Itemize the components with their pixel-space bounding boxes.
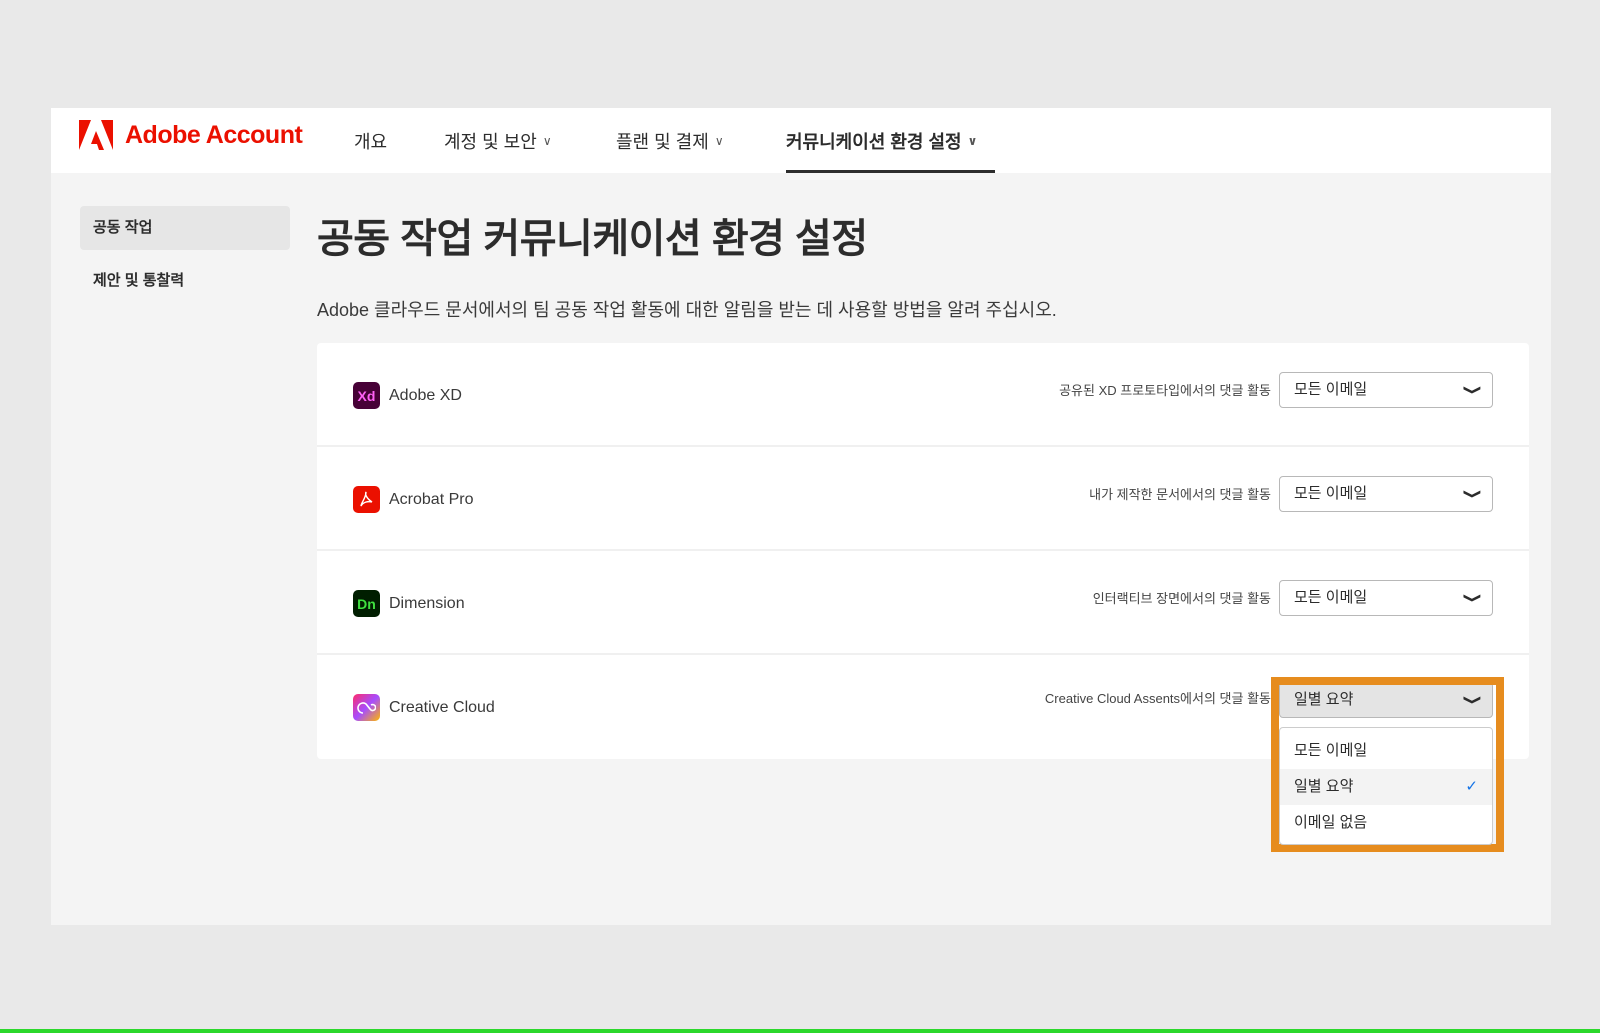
page-description: Adobe 클라우드 문서에서의 팀 공동 작업 활동에 대한 알림을 받는 데… bbox=[317, 300, 1057, 320]
preference-label: Creative Cloud Assents에서의 댓글 활동 bbox=[1044, 691, 1271, 706]
acrobat-icon bbox=[353, 486, 380, 513]
creative-cloud-icon bbox=[353, 694, 380, 721]
chevron-down-icon: ❯ bbox=[1463, 592, 1483, 604]
sidebar-item-collaboration[interactable]: 공동 작업 bbox=[80, 206, 290, 250]
chevron-down-icon: ∨ bbox=[714, 133, 724, 148]
dropdown-menu: 모든 이메일 일별 요약 ✓ 이메일 없음 bbox=[1279, 727, 1493, 845]
chevron-down-icon: ❯ bbox=[1463, 488, 1483, 500]
nav-overview[interactable]: 개요 bbox=[354, 108, 387, 173]
preference-label: 공유된 XD 프로토타입에서의 댓글 활동 bbox=[1059, 383, 1271, 398]
preference-row: Dn Dimension 인터랙티브 장면에서의 댓글 활동 모든 이메일 ❯ bbox=[317, 551, 1529, 655]
nav-account-security[interactable]: 계정 및 보안 ∨ bbox=[444, 108, 552, 173]
select-value: 모든 이메일 bbox=[1294, 381, 1368, 398]
dimension-icon: Dn bbox=[353, 590, 380, 617]
checkmark-icon: ✓ bbox=[1465, 778, 1478, 795]
chevron-down-icon: ❯ bbox=[1463, 384, 1483, 396]
preference-row: Xd Adobe XD 공유된 XD 프로토타입에서의 댓글 활동 모든 이메일 ❯ bbox=[317, 343, 1529, 447]
email-frequency-select[interactable]: 모든 이메일 ❯ bbox=[1279, 580, 1493, 616]
app-name: Adobe XD bbox=[389, 386, 462, 404]
page-title: 공동 작업 커뮤니케이션 환경 설정 bbox=[317, 217, 868, 261]
nav-label: 플랜 및 결제 bbox=[616, 131, 709, 152]
chevron-down-icon: ∨ bbox=[967, 133, 978, 148]
select-value: 모든 이메일 bbox=[1294, 589, 1368, 606]
nav-label: 계정 및 보안 bbox=[444, 131, 537, 152]
preference-label: 내가 제작한 문서에서의 댓글 활동 bbox=[1089, 487, 1271, 502]
preference-label: 인터랙티브 장면에서의 댓글 활동 bbox=[1092, 591, 1271, 606]
email-frequency-select[interactable]: 모든 이메일 ❯ bbox=[1279, 476, 1493, 512]
adobe-xd-icon: Xd bbox=[353, 382, 380, 409]
chevron-down-icon: ∨ bbox=[542, 133, 552, 148]
adobe-logo[interactable]: Adobe Account bbox=[79, 120, 303, 150]
preference-row: Acrobat Pro 내가 제작한 문서에서의 댓글 활동 모든 이메일 ❯ bbox=[317, 447, 1529, 551]
email-frequency-select[interactable]: 모든 이메일 ❯ bbox=[1279, 372, 1493, 408]
option-daily-digest[interactable]: 일별 요약 ✓ bbox=[1280, 769, 1492, 805]
nav-label: 커뮤니케이션 환경 설정 bbox=[786, 131, 962, 152]
nav-communication-preferences[interactable]: 커뮤니케이션 환경 설정 ∨ bbox=[786, 108, 995, 173]
sidebar-item-label: 공동 작업 bbox=[93, 219, 153, 236]
app-name: Dimension bbox=[389, 594, 465, 612]
adobe-logo-icon bbox=[79, 120, 113, 150]
option-no-email[interactable]: 이메일 없음 bbox=[1280, 805, 1492, 841]
brand-name: Adobe Account bbox=[125, 120, 303, 149]
app-name: Acrobat Pro bbox=[389, 490, 474, 508]
sidebar-item-insights[interactable]: 제안 및 통찰력 bbox=[80, 259, 290, 303]
app-name: Creative Cloud bbox=[389, 698, 495, 716]
nav-label: 개요 bbox=[354, 131, 388, 152]
option-all-emails[interactable]: 모든 이메일 bbox=[1280, 733, 1492, 769]
bottom-border bbox=[0, 1029, 1600, 1033]
option-label: 모든 이메일 bbox=[1294, 742, 1368, 759]
option-label: 일별 요약 bbox=[1294, 778, 1354, 795]
sidebar-item-label: 제안 및 통찰력 bbox=[93, 272, 185, 289]
nav-plans-billing[interactable]: 플랜 및 결제 ∨ bbox=[616, 108, 724, 173]
top-nav: Adobe Account 개요 계정 및 보안 ∨ 플랜 및 결제 ∨ 커뮤니케이… bbox=[51, 108, 1551, 173]
option-label: 이메일 없음 bbox=[1294, 814, 1368, 831]
select-value: 모든 이메일 bbox=[1294, 485, 1368, 502]
